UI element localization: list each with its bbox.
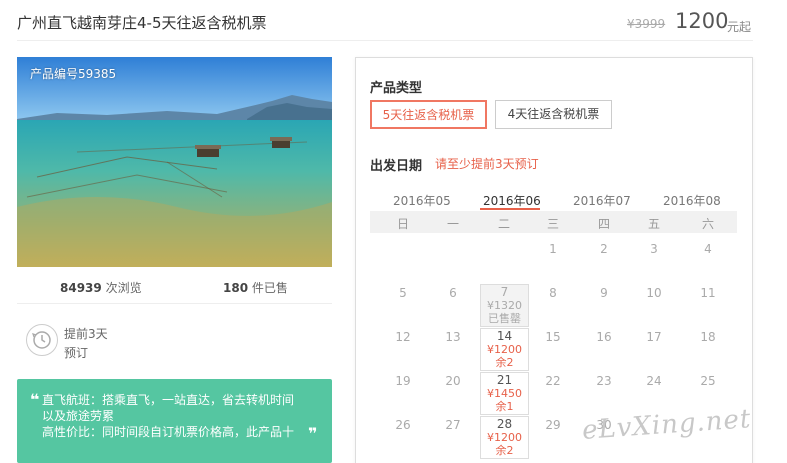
quote-open-icon: ❝: [30, 390, 40, 409]
calendar-day: 10: [646, 286, 662, 300]
calendar-cell-sold-out: 7 ¥1320 已售罄: [480, 284, 529, 327]
active-month-indicator: [480, 208, 540, 210]
feature-line: 以及旅途劳累: [42, 409, 115, 423]
cell-stock: 余1: [495, 400, 514, 413]
calendar-day: 24: [646, 374, 662, 388]
product-photo[interactable]: [17, 57, 332, 267]
calendar-day: 23: [596, 374, 612, 388]
departure-date-label: 出发日期: [370, 159, 423, 174]
views-stat: 84939 次浏览: [60, 279, 142, 296]
calendar-cell-available[interactable]: 28 ¥1200 余2: [480, 416, 529, 459]
calendar-cell-available[interactable]: 14 ¥1200 余2: [480, 328, 529, 371]
calendar-day: 17: [646, 330, 662, 344]
calendar-day: 19: [395, 374, 411, 388]
calendar-day: 4: [704, 242, 712, 256]
type-option-4day[interactable]: 4天往返含税机票: [495, 100, 612, 129]
weekday-label: 四: [597, 217, 610, 231]
stats-divider: [17, 303, 332, 304]
cell-price: ¥1320: [487, 299, 522, 312]
cell-price: ¥1200: [487, 431, 522, 444]
cell-day: 21: [496, 373, 513, 387]
month-tab-2016-07[interactable]: 2016年07: [573, 192, 631, 209]
weekday-label: 二: [497, 217, 510, 231]
calendar-day: 22: [545, 374, 561, 388]
month-tab-2016-06[interactable]: 2016年06: [483, 192, 541, 209]
cell-day: 7: [500, 285, 509, 299]
weekday-label: 三: [546, 217, 559, 231]
cell-price: ¥1450: [487, 387, 522, 400]
calendar-day: 27: [445, 418, 461, 432]
cell-stock: 已售罄: [488, 312, 521, 325]
views-label: 次浏览: [105, 281, 142, 295]
calendar-day: 3: [650, 242, 658, 256]
calendar-day: 11: [700, 286, 716, 300]
quote-close-icon: ❞: [308, 424, 318, 443]
calendar-day: 15: [545, 330, 561, 344]
header-divider: [17, 40, 753, 41]
feature-line: 直飞航班：搭乘直飞，一站直达，省去转机时间: [42, 393, 295, 407]
calendar-day: 12: [395, 330, 411, 344]
calendar-day: 20: [445, 374, 461, 388]
calendar-day: 29: [545, 418, 561, 432]
cell-stock: 余2: [495, 356, 514, 369]
calendar-day: 1: [549, 242, 557, 256]
calendar-day: 9: [600, 286, 608, 300]
cell-day: 14: [496, 329, 513, 343]
weekday-label: 六: [701, 217, 714, 231]
sold-label: 件已售: [251, 281, 288, 295]
page-title: 广州直飞越南芽庄4-5天往返含税机票: [17, 14, 267, 32]
views-count: 84939: [60, 281, 102, 295]
type-option-5day[interactable]: 5天往返含税机票: [370, 100, 487, 129]
calendar-day: 6: [449, 286, 457, 300]
sold-count: 180: [223, 281, 249, 295]
clock-icon: [26, 324, 58, 356]
calendar-day: 25: [700, 374, 716, 388]
current-price: 1200: [675, 9, 729, 33]
month-tab-2016-05[interactable]: 2016年05: [393, 192, 451, 209]
calendar-day: 5: [399, 286, 407, 300]
sold-stat: 180 件已售: [223, 279, 288, 296]
month-tab-2016-08[interactable]: 2016年08: [663, 192, 721, 209]
product-type-label: 产品类型: [370, 81, 423, 96]
calendar-day: 13: [445, 330, 461, 344]
calendar-day: 18: [700, 330, 716, 344]
weekday-label: 日: [396, 217, 409, 231]
feature-line: 高性价比：同时间段自订机票价格高，此产品十: [42, 425, 295, 439]
advance-text-line2: 预订: [64, 346, 89, 360]
calendar-day: 2: [600, 242, 608, 256]
cell-price: ¥1200: [487, 343, 522, 356]
calendar-day: 16: [596, 330, 612, 344]
product-number: 产品编号59385: [30, 67, 117, 81]
cell-day: 28: [496, 417, 513, 431]
weekday-label: 一: [446, 217, 459, 231]
weekday-label: 五: [647, 217, 660, 231]
calendar-day: 26: [395, 418, 411, 432]
calendar-cell-available[interactable]: 21 ¥1450 余1: [480, 372, 529, 415]
features-tab-pointer: [54, 455, 64, 463]
advance-text-line1: 提前3天: [64, 327, 108, 341]
price-unit: 元起: [727, 20, 752, 34]
original-price: ¥3999: [627, 17, 666, 31]
date-hint: 请至少提前3天预订: [435, 157, 539, 171]
cell-stock: 余2: [495, 444, 514, 457]
calendar-day: 8: [549, 286, 557, 300]
